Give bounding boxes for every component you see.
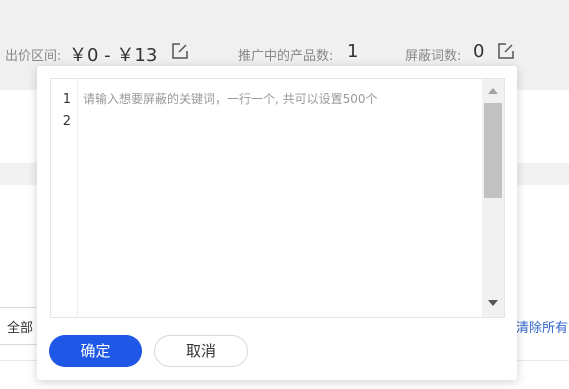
price-range-label: 出价区间: (5, 49, 62, 64)
edit-price-range-icon[interactable] (171, 42, 189, 60)
editor-scrollbar[interactable] (482, 79, 504, 317)
blocked-words-label: 屏蔽词数: (405, 49, 462, 64)
stats-bar: 出价区间: ￥0 - ￥13 推广中的产品数: 1 屏蔽词数: 0 (0, 40, 569, 66)
keywords-editor[interactable]: 1 2 请输入想要屏蔽的关键词，一行一个, 共可以设置500个 (50, 78, 505, 318)
blocked-words-popover: 1 2 请输入想要屏蔽的关键词，一行一个, 共可以设置500个 确定 取消 (37, 66, 517, 380)
products-value: 1 (347, 41, 359, 62)
price-range-value: ￥0 - ￥13 (69, 45, 158, 66)
scroll-down-arrow-icon[interactable] (488, 300, 498, 306)
filter-select[interactable]: 全部 (0, 307, 41, 345)
scroll-thumb[interactable] (484, 103, 502, 198)
line-number: 1 (62, 92, 71, 107)
products-label: 推广中的产品数: (238, 49, 334, 64)
blocked-words-value: 0 (473, 41, 485, 62)
keywords-placeholder: 请输入想要屏蔽的关键词，一行一个, 共可以设置500个 (83, 92, 378, 106)
scroll-up-arrow-icon[interactable] (488, 88, 498, 94)
line-number: 2 (62, 114, 71, 129)
confirm-button[interactable]: 确定 (49, 335, 142, 367)
filter-selected-value: 全部 (7, 321, 34, 336)
line-number-gutter: 1 2 (51, 79, 78, 317)
edit-blocked-words-icon[interactable] (497, 42, 515, 60)
cancel-button[interactable]: 取消 (154, 335, 248, 367)
clear-all-link[interactable]: 清除所有 (516, 317, 568, 336)
